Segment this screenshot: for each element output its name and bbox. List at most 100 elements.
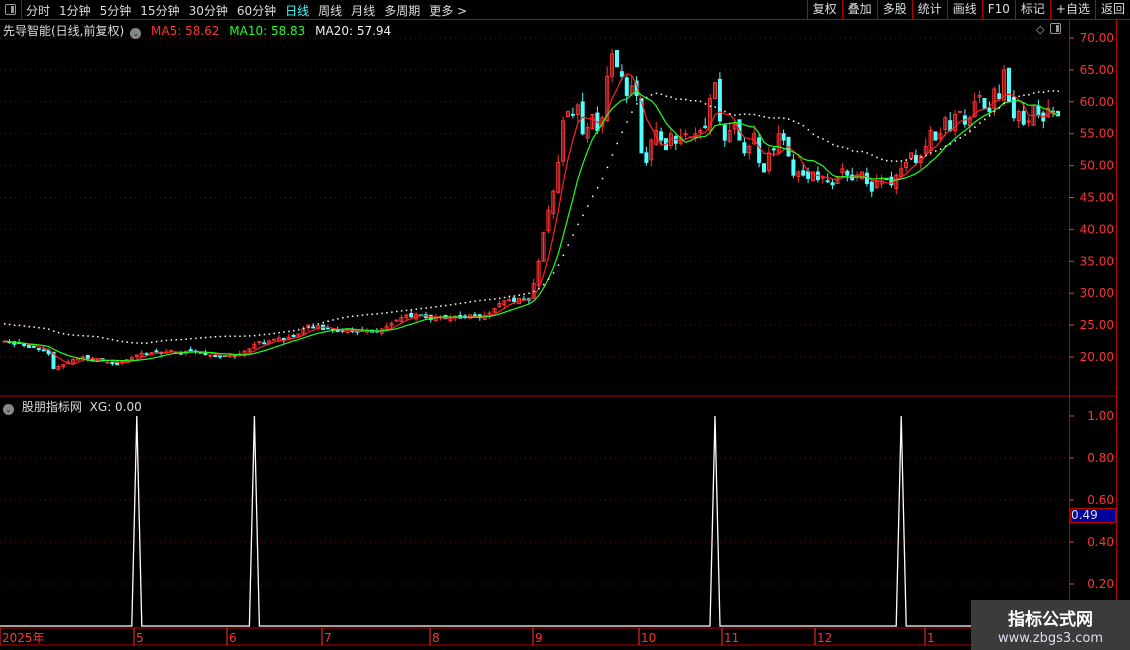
- candle: [923, 138, 928, 156]
- date-label: 1: [927, 631, 935, 645]
- ma20-dot: [190, 337, 192, 340]
- candle: [570, 107, 575, 119]
- candle-body: [791, 159, 796, 176]
- ma20-dot: [547, 278, 550, 280]
- ma20-dot: [974, 126, 976, 128]
- indicator-tick-label: 0.60: [1087, 493, 1114, 507]
- candle: [781, 129, 786, 146]
- price-tick-label: 50.00: [1080, 159, 1114, 173]
- ma20-dot: [915, 157, 917, 160]
- right-side-panel-strip[interactable]: [1116, 20, 1130, 650]
- ma20-dot: [714, 106, 716, 108]
- candle-body: [311, 326, 316, 329]
- toolbar-button-4[interactable]: 画线: [946, 0, 982, 19]
- period-tab-7[interactable]: 周线: [318, 2, 342, 19]
- period-tab-4[interactable]: 30分钟: [189, 2, 228, 19]
- ma20-dot: [636, 103, 638, 105]
- ma20-dot: [351, 315, 354, 317]
- ma20-dot: [214, 335, 217, 338]
- ma20-dot: [797, 122, 800, 125]
- toolbar-button-0[interactable]: 复权: [806, 0, 842, 19]
- toolbar-button-6[interactable]: 标记: [1014, 0, 1050, 19]
- ma20-dot: [895, 160, 898, 162]
- layout-icon[interactable]: [1050, 23, 1062, 34]
- toolbar-button-8[interactable]: 返回: [1094, 0, 1130, 19]
- candle: [796, 170, 801, 183]
- period-tabs: 分时 1分钟 5分钟 15分钟 30分钟 60分钟 日线 周线 月线 多周期 更多 >: [26, 2, 467, 19]
- ma20-dot: [1028, 94, 1030, 96]
- ma20-dot: [371, 313, 373, 315]
- ma20-dot: [136, 342, 138, 344]
- ma20-dot: [126, 341, 128, 343]
- candle: [830, 179, 835, 190]
- toolbar-button-2[interactable]: 多股: [876, 0, 912, 19]
- ma20-dot: [699, 100, 702, 103]
- ma20-dot: [440, 305, 442, 307]
- toolbar-button-1[interactable]: 叠加: [841, 0, 877, 19]
- candle: [208, 354, 213, 359]
- candle: [727, 122, 732, 144]
- candle: [742, 136, 747, 157]
- ma20-dot: [1013, 97, 1015, 100]
- ma20-dot: [817, 136, 819, 138]
- ma20-dot: [807, 128, 810, 131]
- ma20-dot: [312, 324, 315, 327]
- candle-body: [982, 98, 987, 109]
- candle: [1041, 110, 1046, 129]
- candle: [982, 98, 987, 109]
- candle-body: [272, 338, 276, 341]
- period-tab-1[interactable]: 1分钟: [59, 2, 91, 19]
- toolbar-button-5[interactable]: F10: [981, 0, 1015, 19]
- ma20-dot: [1018, 95, 1020, 98]
- period-tab-0[interactable]: 分时: [26, 2, 50, 19]
- candle: [644, 146, 649, 166]
- ma20-dot: [170, 339, 173, 341]
- period-tab-2[interactable]: 5分钟: [100, 2, 132, 19]
- ma20-dot: [283, 331, 285, 333]
- period-tab-10[interactable]: 更多 >: [429, 2, 467, 19]
- toolbar-button-3[interactable]: 统计: [911, 0, 947, 19]
- ma20-dot: [347, 316, 349, 318]
- candle-body: [1011, 96, 1016, 119]
- ma20-dot: [342, 317, 344, 319]
- dropdown-chevron-icon[interactable]: ⌄: [130, 28, 142, 39]
- ma20-dot: [660, 93, 663, 96]
- ma20-dot: [494, 298, 496, 300]
- ma20-dot: [837, 145, 839, 148]
- ma20-dot: [53, 330, 55, 332]
- candle: [899, 161, 904, 178]
- ma20-dot: [180, 338, 182, 341]
- candle: [61, 363, 66, 369]
- candle: [56, 364, 61, 371]
- candle: [536, 258, 541, 289]
- candle: [791, 154, 796, 179]
- candle-body: [218, 355, 223, 358]
- period-tab-5[interactable]: 60分钟: [237, 2, 276, 19]
- indicator-tick-label: 1.00: [1087, 409, 1114, 423]
- ma20-dot: [273, 332, 275, 335]
- ma20-dot: [116, 339, 119, 342]
- ma20-dot: [773, 117, 775, 119]
- candle: [566, 110, 570, 118]
- candle: [110, 361, 115, 366]
- ma20-dot: [1033, 92, 1035, 94]
- ma20-dot: [582, 214, 584, 217]
- kline-chart[interactable]: 70.00 65.00 60.00 55.00 50.00 45.00 40.00 35.00…: [0, 0, 1130, 650]
- ma20-dot: [209, 336, 212, 338]
- period-tab-6[interactable]: 日线: [285, 2, 309, 19]
- watermark-line2: www.zbgs3.com: [997, 631, 1104, 646]
- ma20-dot: [131, 341, 133, 344]
- ma20-dot: [518, 294, 520, 296]
- period-tab-8[interactable]: 月线: [351, 2, 375, 19]
- dropdown-chevron-icon[interactable]: ⌄: [3, 404, 14, 415]
- ma20-dot: [121, 340, 124, 343]
- ma20-dot: [302, 327, 305, 330]
- toolbar-button-7[interactable]: +自选: [1049, 0, 1095, 19]
- candle: [551, 189, 556, 219]
- diamond-icon[interactable]: ◇: [1036, 23, 1044, 36]
- ma20-dot: [523, 293, 525, 296]
- period-tab-9[interactable]: 多周期: [384, 2, 420, 19]
- period-tab-3[interactable]: 15分钟: [140, 2, 179, 19]
- ma20-dot: [709, 105, 712, 107]
- layout-toggle-button[interactable]: [0, 0, 22, 19]
